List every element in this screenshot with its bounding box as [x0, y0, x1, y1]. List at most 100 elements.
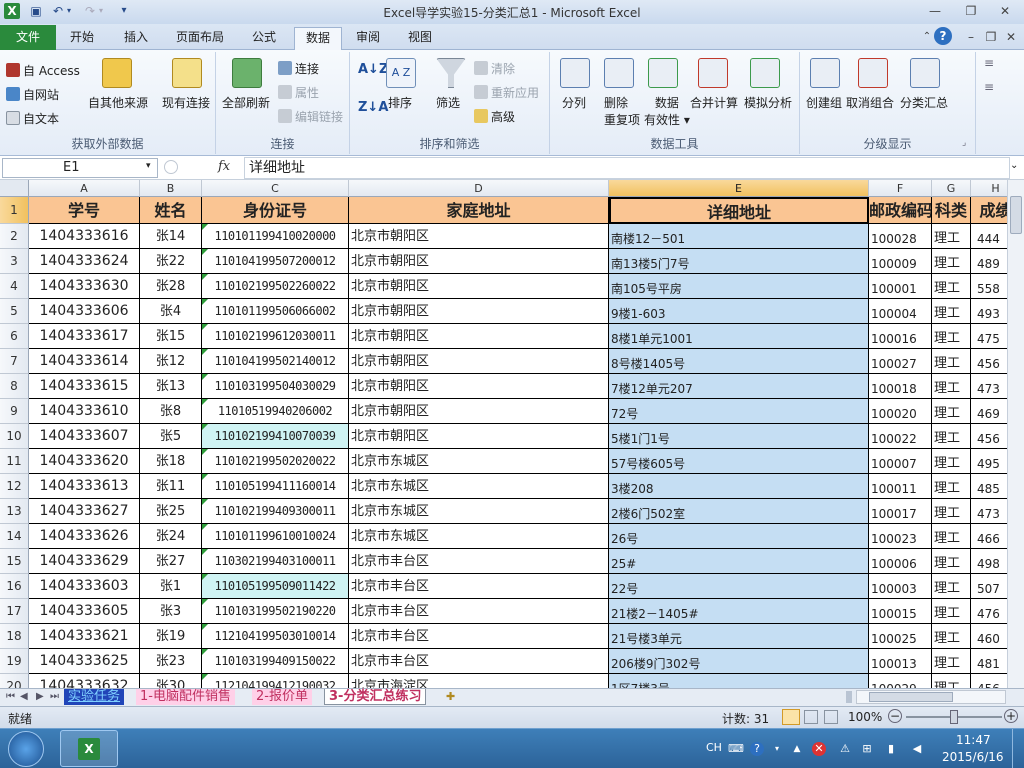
table-cell[interactable]: 110105199509011422 [202, 574, 349, 599]
insert-sheet-icon[interactable]: ✚ [442, 689, 459, 705]
normal-view-icon[interactable] [782, 709, 800, 725]
header-cell[interactable]: 邮政编码 [869, 197, 932, 224]
header-cell[interactable]: 身份证号 [202, 197, 349, 224]
table-cell[interactable]: 北京市东城区 [349, 524, 609, 549]
table-cell[interactable]: 110102199502260022 [202, 274, 349, 299]
table-cell[interactable]: 110302199403100011 [202, 549, 349, 574]
refresh-all-button[interactable]: 全部刷新 [222, 94, 270, 111]
column-header-h[interactable]: H [971, 180, 1010, 197]
table-cell[interactable]: 1404333616 [29, 224, 140, 249]
filter-button[interactable]: 筛选 [436, 94, 460, 111]
table-cell[interactable]: 8号楼1405号 [609, 349, 869, 374]
row-header[interactable]: 2 [0, 224, 29, 249]
formula-bar-resize-icon[interactable] [164, 160, 178, 174]
row-header[interactable]: 5 [0, 299, 29, 324]
row-header[interactable]: 14 [0, 524, 29, 549]
row-header[interactable]: 16 [0, 574, 29, 599]
table-cell[interactable]: 理工 [932, 249, 971, 274]
table-cell[interactable]: 100016 [869, 324, 932, 349]
table-cell[interactable]: 7楼12单元207 [609, 374, 869, 399]
data-validation-button[interactable]: 数据 有效性 ▾ [644, 94, 690, 128]
table-cell[interactable]: 北京市东城区 [349, 499, 609, 524]
table-cell[interactable]: 北京市朝阳区 [349, 249, 609, 274]
zoom-level[interactable]: 100% [848, 710, 882, 724]
ungroup-button[interactable]: 取消组合 [846, 94, 894, 111]
tab-insert[interactable]: 插入 [118, 27, 154, 50]
table-cell[interactable]: 理工 [932, 399, 971, 424]
outline-dialog-launcher-icon[interactable]: ⌟ [962, 138, 966, 148]
minimize-button[interactable]: — [922, 2, 948, 20]
table-cell[interactable]: 理工 [932, 674, 971, 688]
table-cell[interactable]: 5楼1门1号 [609, 424, 869, 449]
keyboard-icon[interactable]: ⌨ [728, 742, 744, 756]
table-cell[interactable]: 北京市朝阳区 [349, 349, 609, 374]
sheet-tab-task[interactable]: 实验任务 [64, 689, 125, 705]
column-header-d[interactable]: D [349, 180, 609, 197]
hide-detail-icon[interactable]: ≡ [984, 80, 994, 94]
table-cell[interactable]: 北京市朝阳区 [349, 274, 609, 299]
row-header[interactable]: 18 [0, 624, 29, 649]
table-cell[interactable]: 100022 [869, 424, 932, 449]
table-cell[interactable]: 张19 [140, 624, 202, 649]
table-cell[interactable]: 475 [971, 324, 1010, 349]
column-header-e[interactable]: E [609, 180, 869, 197]
table-cell[interactable]: 110104199507200012 [202, 249, 349, 274]
restore-button[interactable]: ❐ [958, 2, 984, 20]
table-cell[interactable]: 理工 [932, 649, 971, 674]
from-web-button[interactable]: 自网站 [6, 86, 59, 103]
table-cell[interactable]: 558 [971, 274, 1010, 299]
table-cell[interactable]: 1404333603 [29, 574, 140, 599]
table-cell[interactable]: 473 [971, 499, 1010, 524]
other-sources-button[interactable]: 自其他来源 [88, 94, 148, 111]
table-cell[interactable]: 110102199409300011 [202, 499, 349, 524]
table-cell[interactable]: 理工 [932, 349, 971, 374]
table-cell[interactable]: 100009 [869, 249, 932, 274]
table-cell[interactable]: 100001 [869, 274, 932, 299]
table-cell[interactable]: 25# [609, 549, 869, 574]
table-cell[interactable]: 1404333614 [29, 349, 140, 374]
table-cell[interactable]: 1404333605 [29, 599, 140, 624]
header-cell[interactable]: 家庭地址 [349, 197, 609, 224]
undo-dropdown-icon[interactable]: ▾ [64, 3, 74, 19]
table-cell[interactable]: 21号楼3单元 [609, 624, 869, 649]
table-cell[interactable]: 北京市丰台区 [349, 649, 609, 674]
redo-dropdown-icon[interactable]: ▾ [96, 3, 106, 19]
table-cell[interactable]: 1404333606 [29, 299, 140, 324]
table-cell[interactable]: 理工 [932, 474, 971, 499]
show-detail-icon[interactable]: ≡ [984, 56, 994, 70]
table-cell[interactable]: 1404333613 [29, 474, 140, 499]
table-cell[interactable]: 理工 [932, 499, 971, 524]
table-cell[interactable]: 110101199410020000 [202, 224, 349, 249]
table-cell[interactable]: 张11 [140, 474, 202, 499]
show-hidden-icons-icon[interactable]: ▲ [790, 742, 804, 756]
row-header[interactable]: 17 [0, 599, 29, 624]
row-header[interactable]: 6 [0, 324, 29, 349]
table-cell[interactable]: 2楼6门502室 [609, 499, 869, 524]
table-cell[interactable]: 北京市东城区 [349, 474, 609, 499]
header-cell[interactable]: 详细地址 [609, 197, 869, 224]
properties-button[interactable]: 属性 [278, 84, 319, 101]
table-cell[interactable]: 460 [971, 624, 1010, 649]
show-desktop-button[interactable] [1012, 729, 1024, 768]
table-cell[interactable]: 100025 [869, 624, 932, 649]
table-cell[interactable]: 1404333607 [29, 424, 140, 449]
table-cell[interactable]: 张28 [140, 274, 202, 299]
table-cell[interactable]: 21楼2－1405# [609, 599, 869, 624]
table-cell[interactable]: 理工 [932, 299, 971, 324]
tab-page-layout[interactable]: 页面布局 [170, 27, 230, 50]
table-cell[interactable]: 张23 [140, 649, 202, 674]
table-cell[interactable]: 456 [971, 424, 1010, 449]
save-icon[interactable]: ▣ [28, 3, 44, 19]
input-language[interactable]: CH [706, 741, 722, 754]
table-cell[interactable]: 北京市朝阳区 [349, 224, 609, 249]
table-cell[interactable]: 100029 [869, 674, 932, 688]
connections-button[interactable]: 连接 [278, 60, 319, 77]
sheet-nav-prev-icon[interactable]: ◀ [16, 689, 32, 705]
sheet-tab-subtotal[interactable]: 3-分类汇总练习 [324, 689, 427, 705]
windows-flag-icon[interactable]: ⊞ [860, 742, 874, 756]
row-header[interactable]: 4 [0, 274, 29, 299]
table-cell[interactable]: 100003 [869, 574, 932, 599]
tab-home[interactable]: 开始 [64, 27, 100, 50]
vertical-scrollbar[interactable] [1007, 180, 1024, 688]
sort-button[interactable]: 排序 [388, 94, 412, 111]
